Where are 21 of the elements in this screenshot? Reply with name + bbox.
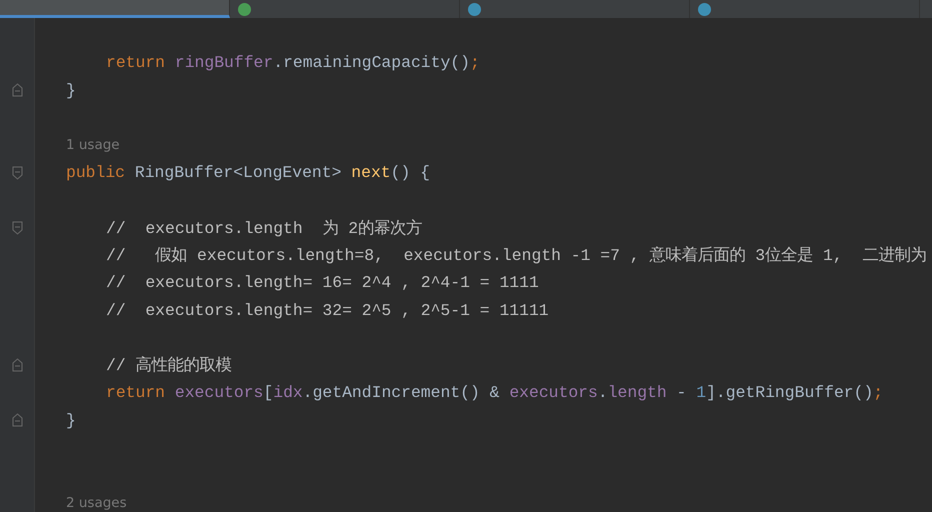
code-line: // 假如 executors.length=8, executors.length -1 =7 , 意味着后面的 3位全是 1, 二进制为 <box>106 245 926 266</box>
fold-marker-icon[interactable] <box>12 83 22 98</box>
usage-hint[interactable]: 1 usage <box>66 137 120 154</box>
fold-marker-icon[interactable] <box>12 166 22 180</box>
file-icon <box>238 2 251 16</box>
fold-marker-icon[interactable] <box>12 413 22 428</box>
editor-tab[interactable] <box>0 0 230 18</box>
fold-marker-icon[interactable] <box>12 220 22 235</box>
code-line: // 高性能的取模 <box>106 355 232 376</box>
code-line: } <box>66 410 76 430</box>
code-line: // executors.length 为 2的幂次方 <box>106 218 422 239</box>
code-line: return ringBuffer.remainingCapacity(); <box>106 53 480 72</box>
file-icon <box>468 2 481 16</box>
code-line: public RingBuffer<LongEvent> next() { <box>66 163 430 182</box>
fold-marker-icon[interactable] <box>12 358 22 372</box>
code-line: } <box>66 80 76 100</box>
code-line: // executors.length= 16= 2^4 , 2^4-1 = 1111 <box>106 273 539 292</box>
usage-hint[interactable]: 2 usages <box>66 494 127 511</box>
code-line: // executors.length= 32= 2^5 , 2^5-1 = 11111 <box>106 300 549 320</box>
file-icon <box>698 2 711 16</box>
code-line: return executors[idx.getAndIncrement() & executors.length - 1].getRingBuffer(); <box>106 383 884 402</box>
